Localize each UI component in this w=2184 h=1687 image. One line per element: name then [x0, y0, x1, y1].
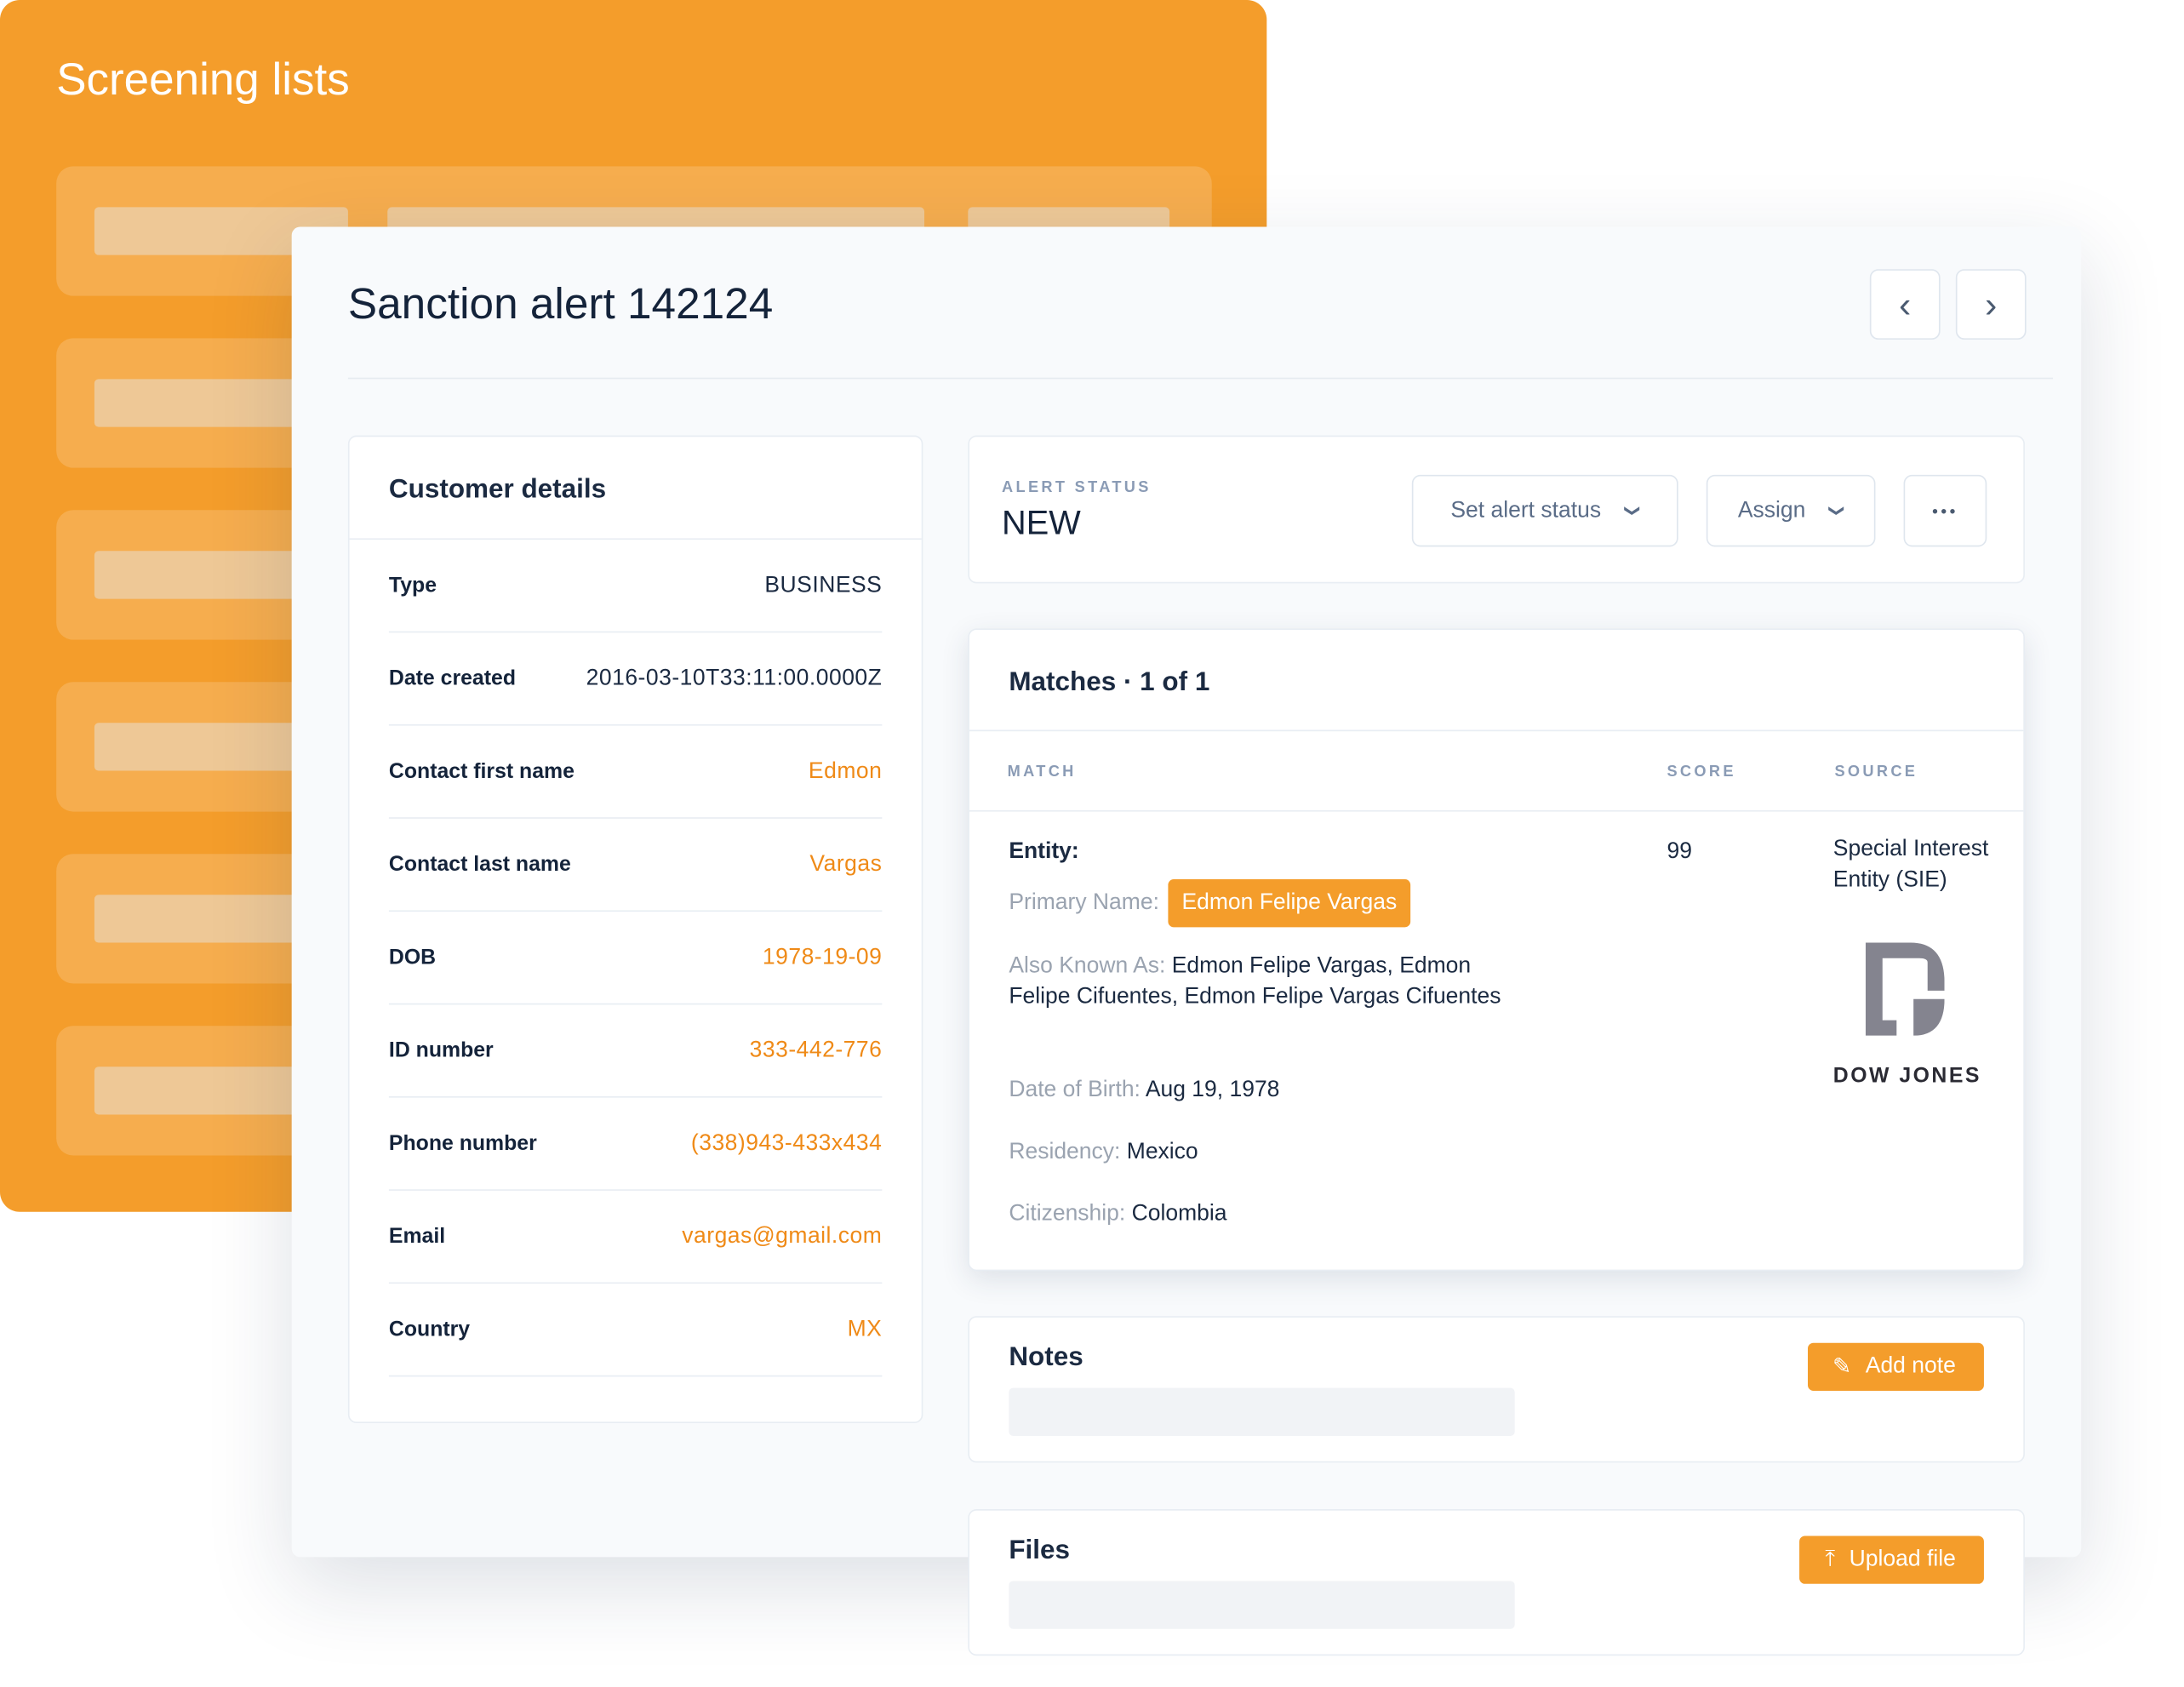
- detail-value: BUSINESS: [764, 572, 883, 598]
- notes-card: Notes ✎ Add note: [968, 1316, 2025, 1463]
- upload-file-label: Upload file: [1849, 1547, 1956, 1571]
- alert-status-label: ALERT STATUS: [1002, 478, 1152, 496]
- column-source: SOURCE: [1834, 763, 1918, 781]
- customer-details-heading: Customer details: [388, 474, 607, 505]
- column-score: SCORE: [1667, 763, 1736, 781]
- upload-file-button[interactable]: ⤒ Upload file: [1799, 1535, 1984, 1584]
- previous-alert-button[interactable]: ‹: [1869, 269, 1941, 340]
- edit-icon: ✎: [1832, 1355, 1852, 1380]
- customer-detail-row: Contact first name Edmon: [388, 726, 883, 819]
- assign-label: Assign: [1737, 498, 1806, 523]
- upload-icon: ⤒: [1825, 1547, 1836, 1571]
- detail-label: Type: [388, 573, 437, 598]
- customer-detail-row: ID number 333-442-776: [388, 1004, 883, 1098]
- customer-detail-row: Phone number (338)943-433x434: [388, 1098, 883, 1191]
- more-icon: •••: [1932, 500, 1958, 521]
- citizenship-value: Colombia: [1131, 1202, 1227, 1227]
- detail-value: (338)943-433x434: [690, 1130, 883, 1155]
- detail-label: Country: [388, 1317, 471, 1342]
- primary-name-label: Primary Name:: [1009, 890, 1159, 915]
- detail-value: MX: [847, 1317, 883, 1341]
- detail-value: 1978-19-09: [762, 945, 883, 969]
- customer-detail-row: Email vargas@gmail.com: [388, 1191, 883, 1284]
- chevron-down-icon: ❯: [1828, 504, 1845, 518]
- citizenship-label: Citizenship:: [1009, 1202, 1126, 1227]
- aka-row: Also Known As: Edmon Felipe Vargas, Edmo…: [1009, 951, 1516, 1013]
- add-note-button[interactable]: ✎ Add note: [1807, 1342, 1984, 1391]
- screening-lists-title: Screening lists: [56, 53, 350, 105]
- column-match: MATCH: [1007, 763, 1077, 781]
- citizenship-row: Citizenship: Colombia: [1009, 1199, 1226, 1230]
- divider: [347, 377, 2054, 380]
- detail-label: Email: [388, 1224, 446, 1249]
- matches-heading: Matches · 1 of 1: [1009, 667, 1210, 698]
- next-alert-button[interactable]: ›: [1955, 269, 2027, 340]
- chevron-right-icon: ›: [1985, 282, 1998, 325]
- alert-status-value: NEW: [1002, 504, 1081, 543]
- customer-detail-row: Date created 2016-03-10T33:11:00.0000Z: [388, 632, 883, 726]
- detail-value: vargas@gmail.com: [682, 1223, 883, 1248]
- customer-details-card: Customer details Type BUSINESS Date create…: [347, 435, 923, 1424]
- score-value: 99: [1667, 839, 1692, 864]
- detail-label: ID number: [388, 1038, 494, 1063]
- detail-label: Date created: [388, 666, 516, 691]
- dow-jones-logo-text: DOW JONES: [1832, 1063, 1981, 1089]
- primary-name-chip: Edmon Felipe Vargas: [1167, 879, 1411, 928]
- chevron-left-icon: ‹: [1899, 282, 1912, 325]
- notes-placeholder: [1009, 1387, 1515, 1436]
- page-title: Sanction alert 142124: [347, 278, 774, 329]
- aka-label: Also Known As:: [1009, 953, 1166, 978]
- customer-detail-row: Country MX: [388, 1284, 883, 1377]
- residency-label: Residency:: [1009, 1140, 1121, 1164]
- customer-detail-row: Type BUSINESS: [388, 540, 883, 633]
- residency-row: Residency: Mexico: [1009, 1137, 1198, 1168]
- entity-label: Entity:: [1009, 839, 1079, 864]
- source-value: Special Interest Entity (SIE): [1832, 837, 1989, 892]
- detail-label: DOB: [388, 945, 437, 969]
- residency-value: Mexico: [1126, 1140, 1198, 1164]
- set-alert-status-dropdown[interactable]: Set alert status ❯: [1411, 474, 1678, 547]
- detail-label: Contact first name: [388, 759, 575, 784]
- chevron-down-icon: ❯: [1623, 504, 1641, 518]
- detail-value: Vargas: [809, 851, 883, 876]
- dob-row: Date of Birth: Aug 19, 1978: [1009, 1075, 1279, 1106]
- primary-name-row: Primary Name: Edmon Felipe Vargas: [1009, 879, 1411, 928]
- detail-label: Contact last name: [388, 852, 571, 877]
- notes-heading: Notes: [1009, 1342, 1083, 1373]
- files-heading: Files: [1009, 1535, 1071, 1566]
- customer-detail-row: Contact last name Vargas: [388, 819, 883, 912]
- detail-label: Phone number: [388, 1131, 537, 1156]
- files-placeholder: [1009, 1581, 1515, 1629]
- detail-value: 333-442-776: [749, 1038, 883, 1062]
- set-alert-status-label: Set alert status: [1450, 498, 1602, 523]
- files-card: Files ⤒ Upload file: [968, 1509, 2025, 1656]
- customer-detail-row: DOB 1978-19-09: [388, 912, 883, 1005]
- alert-status-card: ALERT STATUS NEW Set alert status ❯ Assig…: [968, 435, 2025, 584]
- more-options-button[interactable]: •••: [1903, 474, 1987, 547]
- matches-card: Matches · 1 of 1 MATCH SCORE SOURCE Enti…: [968, 628, 2025, 1272]
- dow-jones-logo-icon: [1865, 942, 1945, 1036]
- detail-value: Edmon: [808, 758, 883, 783]
- add-note-label: Add note: [1865, 1353, 1956, 1379]
- assign-dropdown[interactable]: Assign ❯: [1706, 474, 1876, 547]
- dob-value: Aug 19, 1978: [1145, 1078, 1280, 1102]
- detail-value: 2016-03-10T33:11:00.0000Z: [586, 666, 883, 690]
- dob-label: Date of Birth:: [1009, 1078, 1141, 1102]
